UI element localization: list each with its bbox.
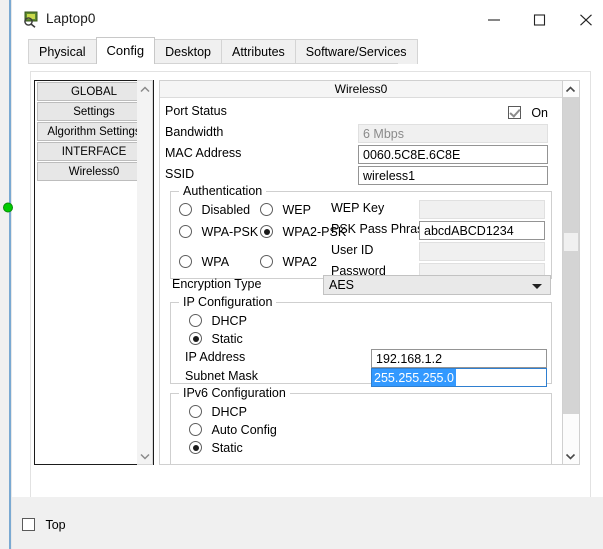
tree-item-settings[interactable]: Settings	[37, 102, 151, 121]
user-id-label: User ID	[331, 243, 374, 257]
auth-radio-wpa2[interactable]: WPA2	[260, 254, 317, 269]
tab-physical[interactable]: Physical	[28, 39, 97, 64]
auth-radio-disabled[interactable]: Disabled	[179, 202, 250, 217]
encryption-type-select[interactable]: AES	[323, 275, 551, 295]
auth-label-disabled: Disabled	[201, 202, 251, 217]
tab-config[interactable]: Config	[95, 37, 156, 64]
auth-radio-wpa-psk[interactable]: WPA-PSK	[179, 224, 258, 239]
radio-wpa2[interactable]	[260, 255, 273, 269]
ssid-row: SSID wireless1	[160, 165, 562, 186]
scrollbar-track-lower[interactable]	[563, 414, 579, 450]
tab-attributes[interactable]: Attributes	[220, 39, 296, 64]
auth-radio-wpa[interactable]: WPA	[179, 254, 229, 269]
port-status-on-label: On	[531, 105, 548, 120]
port-status-checkbox[interactable]	[507, 106, 521, 120]
auth-label-wpa-psk: WPA-PSK	[201, 224, 259, 239]
authentication-group: Authentication Disabled WEP WPA-PSK WPA2…	[170, 184, 552, 282]
radio-ipv6-auto-config[interactable]	[189, 423, 202, 437]
ip-label-dhcp: DHCP	[211, 313, 247, 328]
ipv6-radio-static[interactable]: Static	[189, 440, 243, 455]
encryption-type-row: Encryption Type AES	[160, 275, 562, 296]
chevron-up-icon[interactable]	[563, 81, 578, 97]
ip-address-input[interactable]: 192.168.1.2	[371, 349, 547, 368]
ipv6-radio-dhcp[interactable]: DHCP	[189, 404, 247, 419]
scrollbar-thumb[interactable]	[564, 233, 578, 251]
ipv6-label-auto-config: Auto Config	[211, 422, 277, 437]
tab-software-services[interactable]: Software/Services	[294, 39, 418, 64]
ipv6-radio-auto-config[interactable]: Auto Config	[189, 422, 277, 437]
ip-radio-static[interactable]: Static	[189, 331, 243, 346]
laptop-config-window: Laptop0 Physical Config Desktop Attribut…	[0, 0, 603, 549]
chevron-down-icon	[532, 284, 542, 289]
tree-item-global[interactable]: GLOBAL	[37, 82, 151, 101]
auth-label-wpa2: WPA2	[282, 254, 317, 269]
radio-ipv4-dhcp[interactable]	[189, 314, 202, 328]
radio-ipv6-static[interactable]	[189, 441, 202, 455]
radio-wpa-psk[interactable]	[179, 225, 192, 239]
top-label: Top	[45, 517, 66, 532]
port-status-checkbox-group[interactable]: On	[507, 104, 548, 122]
top-checkbox[interactable]	[22, 518, 35, 532]
wireless0-settings-pane: Wireless0 Port Status On Bandwidth 6 Mbp…	[159, 80, 563, 465]
tree-item-interface[interactable]: INTERFACE	[37, 142, 151, 161]
window-title: Laptop0	[46, 11, 96, 26]
auth-radio-wep[interactable]: WEP	[260, 202, 311, 217]
radio-wpa2-psk[interactable]	[260, 225, 273, 239]
chevron-up-icon[interactable]	[137, 81, 152, 97]
window-footer: Top	[12, 497, 603, 549]
tab-desktop[interactable]: Desktop	[154, 39, 222, 64]
tab-underline	[28, 63, 398, 64]
port-status-row: Port Status On	[160, 102, 562, 123]
bandwidth-row: Bandwidth 6 Mbps	[160, 123, 562, 144]
mac-address-row: MAC Address 0060.5C8E.6C8E	[160, 144, 562, 165]
scrollbar-track[interactable]	[563, 97, 579, 434]
ip-configuration-group-title: IP Configuration	[179, 295, 277, 309]
encryption-type-label: Encryption Type	[172, 277, 262, 291]
radio-wpa[interactable]	[179, 255, 192, 269]
ssid-input[interactable]: wireless1	[358, 166, 548, 185]
user-id-input[interactable]	[419, 242, 545, 261]
authentication-group-title: Authentication	[179, 184, 267, 198]
wep-key-label: WEP Key	[331, 201, 385, 215]
radio-ipv4-static[interactable]	[189, 332, 202, 346]
subnet-mask-value: 255.255.255.0	[372, 369, 456, 386]
settings-pane-scrollbar[interactable]	[563, 80, 580, 465]
port-status-indicator-icon	[2, 201, 15, 214]
tab-bar: Physical Config Desktop Attributes Softw…	[28, 37, 418, 64]
auth-label-wpa: WPA	[201, 254, 230, 269]
tree-item-algorithm-settings[interactable]: Algorithm Settings	[37, 122, 151, 141]
pane-title: Wireless0	[160, 81, 562, 98]
encryption-type-value: AES	[329, 278, 355, 292]
ssid-label: SSID	[165, 167, 195, 181]
bandwidth-value: 6 Mbps	[358, 124, 548, 143]
ipv6-label-static: Static	[211, 440, 243, 455]
ip-address-label: IP Address	[185, 350, 246, 364]
ip-configuration-group: IP Configuration DHCP Static IP Address …	[170, 295, 552, 387]
radio-wep[interactable]	[260, 203, 273, 217]
ip-radio-dhcp[interactable]: DHCP	[189, 313, 247, 328]
radio-disabled[interactable]	[179, 203, 192, 217]
ipv6-configuration-group: IPv6 Configuration DHCP Auto Config Stat…	[170, 386, 552, 464]
packet-tracer-device-icon	[22, 10, 40, 28]
mac-address-label: MAC Address	[165, 146, 242, 160]
psk-pass-phrase-label: PSK Pass Phrase	[331, 222, 431, 236]
ipv6-label-dhcp: DHCP	[211, 404, 247, 419]
top-checkbox-group[interactable]: Top	[22, 517, 66, 532]
ipv6-configuration-group-title: IPv6 Configuration	[179, 386, 290, 400]
radio-ipv6-dhcp[interactable]	[189, 405, 202, 419]
mac-address-input[interactable]: 0060.5C8E.6C8E	[358, 145, 548, 164]
auth-label-wep: WEP	[282, 202, 311, 217]
wep-key-input[interactable]	[419, 200, 545, 219]
chevron-down-icon[interactable]	[137, 448, 152, 464]
psk-pass-phrase-input[interactable]: abcdABCD1234	[419, 221, 545, 240]
config-tree: GLOBAL Settings Algorithm Settings INTER…	[34, 80, 154, 465]
bandwidth-label: Bandwidth	[165, 125, 224, 139]
chevron-down-icon[interactable]	[563, 448, 578, 464]
ip-label-static: Static	[211, 331, 243, 346]
subnet-mask-input[interactable]: 255.255.255.0	[371, 368, 547, 387]
port-status-label: Port Status	[165, 104, 227, 118]
subnet-mask-label: Subnet Mask	[185, 369, 258, 383]
config-tree-scrollbar[interactable]	[137, 80, 153, 465]
tree-item-wireless0[interactable]: Wireless0	[37, 162, 151, 181]
